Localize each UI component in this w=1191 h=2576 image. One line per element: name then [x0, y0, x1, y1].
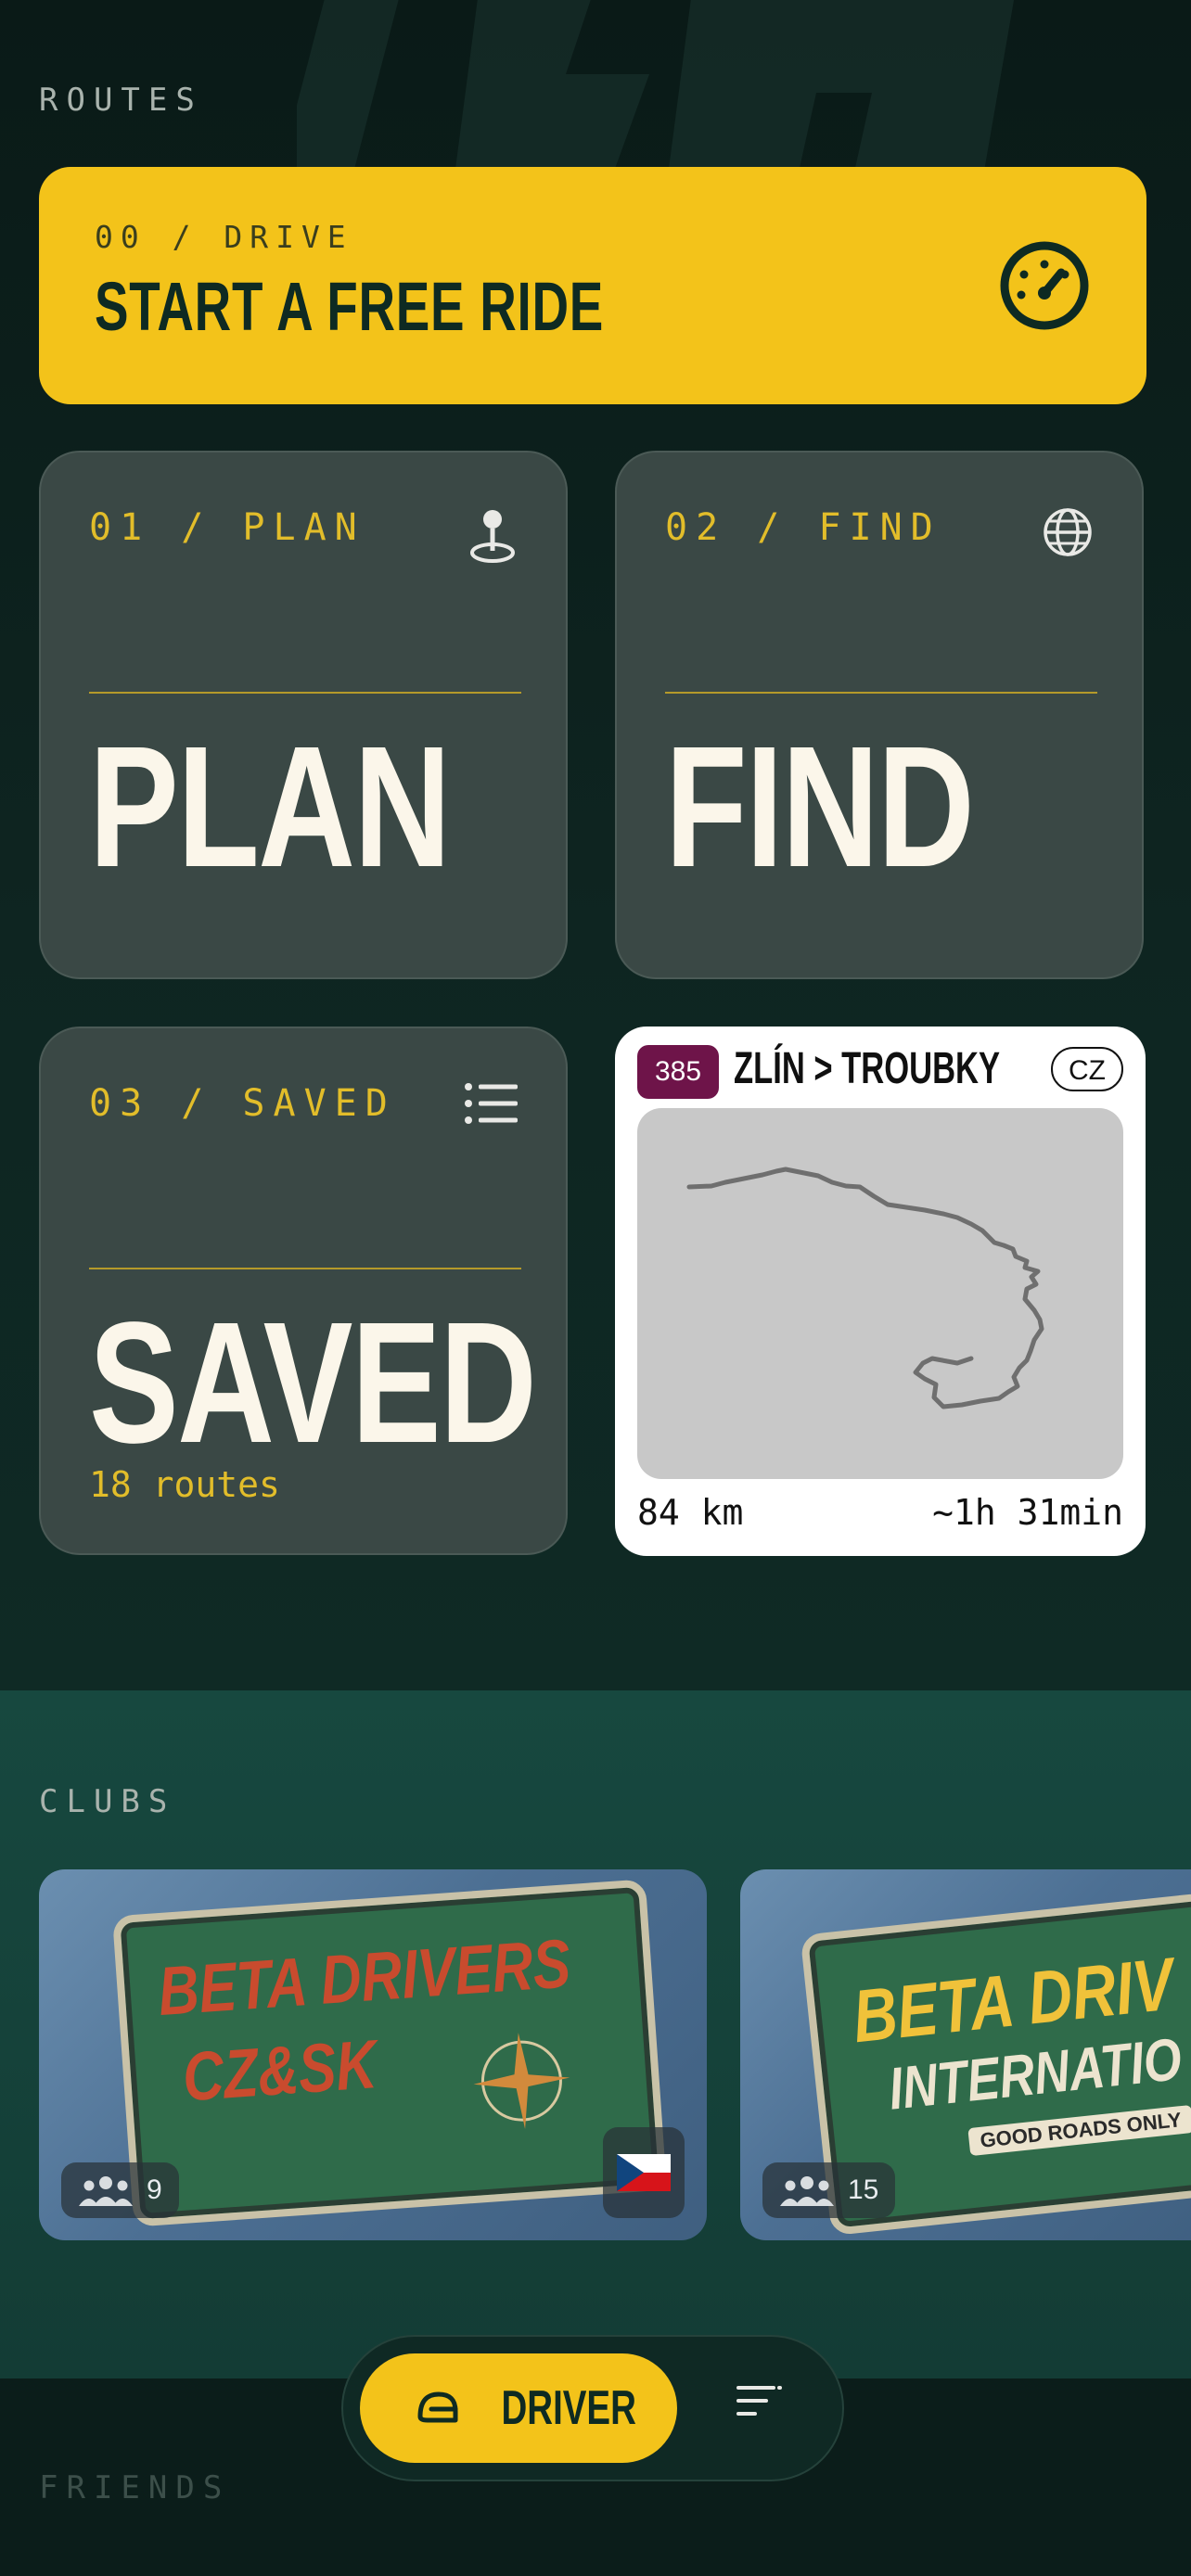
club2-members-badge: 15 — [762, 2162, 896, 2218]
people-icon — [780, 2176, 834, 2206]
route-map-preview — [637, 1108, 1123, 1479]
find-tile-title: FIND — [665, 711, 975, 903]
people-icon — [79, 2176, 133, 2206]
driver-button-label: DRIVER — [501, 2381, 636, 2435]
plan-tile-kicker: 01 / PLAN — [89, 506, 365, 549]
start-free-ride-card[interactable]: 00 / DRIVE START A FREE RIDE — [39, 167, 1146, 404]
plan-tile[interactable]: 01 / PLAN PLAN — [39, 451, 568, 979]
route-path-line — [686, 1167, 1044, 1409]
friends-section-label: FRIENDS — [39, 2469, 231, 2506]
route-name: ZLÍN > TROUBKY — [734, 1044, 1001, 1093]
find-tile[interactable]: 02 / FIND FIND — [615, 451, 1144, 979]
club-patch-line1: BETA DRIVERS — [155, 1924, 573, 2031]
list-icon — [465, 1083, 518, 1124]
route-card[interactable]: 385 ZLÍN > TROUBKY CZ 84 km ~1h 31min — [615, 1027, 1146, 1556]
saved-tile-divider — [89, 1268, 521, 1269]
club-patch-line2: CZ&SK — [180, 2025, 379, 2116]
saved-tile[interactable]: 03 / SAVED SAVED 18 routes — [39, 1027, 568, 1555]
start-card-title: START A FREE RIDE — [95, 268, 605, 345]
start-card-kicker: 00 / DRIVE — [95, 219, 353, 255]
club-patch-image: BETA DRIVERS CZ&SK — [111, 1879, 668, 2227]
routes-section-label: ROUTES — [39, 82, 203, 119]
driver-button[interactable]: DRIVER — [360, 2353, 677, 2463]
compass-rose-icon — [473, 2033, 570, 2130]
speedometer-icon — [1000, 241, 1089, 330]
globe-icon — [1044, 508, 1092, 556]
menu-icon[interactable] — [735, 2382, 783, 2419]
saved-tile-title: SAVED — [89, 1287, 537, 1479]
saved-routes-count: 18 routes — [89, 1464, 280, 1505]
club-card-beta-drivers-international[interactable]: BETA DRIV INTERNATIO GOOD ROADS ONLY 15 — [740, 1869, 1191, 2240]
club2-patch-line3: GOOD ROADS ONLY — [967, 2104, 1191, 2157]
club-members-badge: 9 — [61, 2162, 179, 2218]
route-distance: 84 km — [637, 1492, 744, 1533]
clubs-section: CLUBS BETA DRIVERS CZ&SK 9 BETA DRIV INT… — [0, 1690, 1191, 2378]
club-card-beta-drivers-czsk[interactable]: BETA DRIVERS CZ&SK 9 — [39, 1869, 707, 2240]
map-pin-icon — [470, 510, 515, 563]
route-country-badge: CZ — [1051, 1047, 1123, 1091]
saved-tile-kicker: 03 / SAVED — [89, 1082, 396, 1125]
club-members-count: 9 — [147, 2174, 162, 2205]
helmet-icon — [417, 2391, 458, 2423]
plan-tile-divider — [89, 692, 521, 694]
plan-tile-title: PLAN — [89, 711, 451, 903]
route-duration: ~1h 31min — [932, 1492, 1123, 1533]
routes-section: ROUTES 00 / DRIVE START A FREE RIDE 01 /… — [0, 0, 1191, 1690]
czech-flag-icon — [617, 2154, 671, 2191]
find-tile-divider — [665, 692, 1097, 694]
background-logo-watermark — [297, 0, 1015, 176]
clubs-section-label: CLUBS — [39, 1783, 176, 1820]
bottom-nav-bar: DRIVER — [341, 2335, 844, 2481]
find-tile-kicker: 02 / FIND — [665, 506, 941, 549]
club-country-badge — [603, 2127, 685, 2218]
club2-members-count: 15 — [848, 2174, 879, 2205]
route-number-badge: 385 — [637, 1045, 719, 1099]
